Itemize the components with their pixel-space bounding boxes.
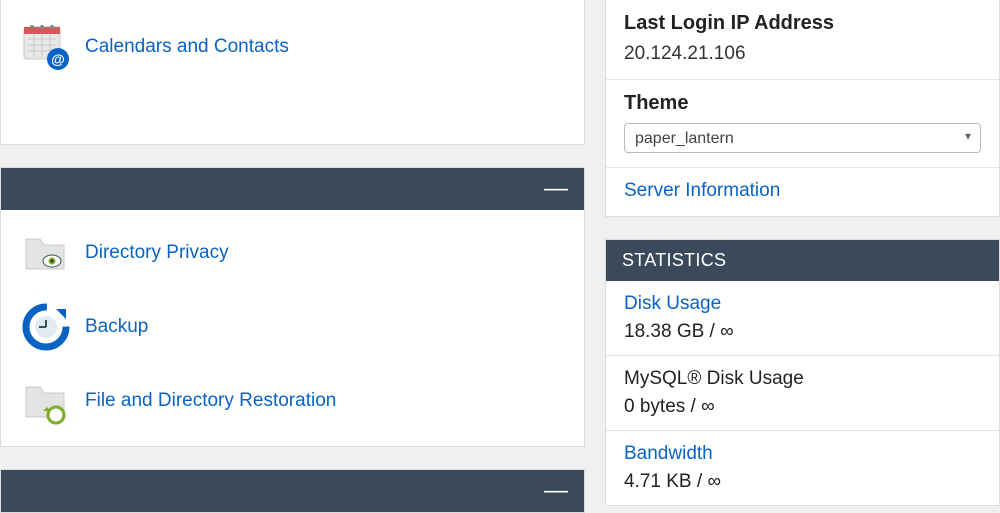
files-panel: — Directory Privacy <box>0 167 585 447</box>
file-restoration-label: File and Directory Restoration <box>85 390 336 412</box>
server-information-link[interactable]: Server Information <box>624 180 780 201</box>
email-panel-continuation: @ Calendars and Contacts <box>0 0 585 145</box>
bandwidth-stat: Bandwidth 4.71 KB / ∞ <box>606 431 999 505</box>
directory-privacy-icon <box>21 228 71 278</box>
directory-privacy-button[interactable]: Directory Privacy <box>1 216 584 290</box>
backup-button[interactable]: Backup <box>1 290 584 364</box>
statistics-panel: STATISTICS Disk Usage 18.38 GB / ∞ MySQL… <box>605 239 1000 506</box>
disk-usage-value: 18.38 GB / ∞ <box>624 321 981 343</box>
last-login-title: Last Login IP Address <box>624 12 981 35</box>
server-info-section: Server Information <box>606 168 999 216</box>
last-login-section: Last Login IP Address 20.124.21.106 <box>606 0 999 80</box>
files-panel-header: — <box>1 168 584 210</box>
mysql-usage-value: 0 bytes / ∞ <box>624 396 981 418</box>
collapse-panel-button-2[interactable]: — <box>544 479 568 503</box>
theme-title: Theme <box>624 92 981 115</box>
calendars-and-contacts-button[interactable]: @ Calendars and Contacts <box>1 10 584 84</box>
disk-usage-link[interactable]: Disk Usage <box>624 293 981 315</box>
last-login-value: 20.124.21.106 <box>624 43 981 65</box>
disk-usage-stat: Disk Usage 18.38 GB / ∞ <box>606 281 999 356</box>
file-and-directory-restoration-button[interactable]: File and Directory Restoration <box>1 364 584 438</box>
next-panel-header: — <box>1 470 584 512</box>
next-panel: — <box>0 469 585 513</box>
backup-label: Backup <box>85 316 148 338</box>
statistics-header: STATISTICS <box>606 240 999 281</box>
mysql-usage-stat: MySQL® Disk Usage 0 bytes / ∞ <box>606 356 999 431</box>
general-info-panel: Last Login IP Address 20.124.21.106 Them… <box>605 0 1000 217</box>
backup-icon <box>21 302 71 352</box>
svg-text:@: @ <box>51 51 65 67</box>
theme-section: Theme paper_lantern <box>606 80 999 168</box>
calendars-contacts-icon: @ <box>21 22 71 72</box>
bandwidth-link[interactable]: Bandwidth <box>624 443 981 465</box>
directory-privacy-label: Directory Privacy <box>85 242 229 264</box>
mysql-label: MySQL® Disk Usage <box>624 368 981 390</box>
collapse-panel-button[interactable]: — <box>544 177 568 201</box>
file-restoration-icon <box>21 376 71 426</box>
theme-select[interactable]: paper_lantern <box>624 123 981 153</box>
calendars-and-contacts-label: Calendars and Contacts <box>85 36 289 58</box>
bandwidth-value: 4.71 KB / ∞ <box>624 471 981 493</box>
